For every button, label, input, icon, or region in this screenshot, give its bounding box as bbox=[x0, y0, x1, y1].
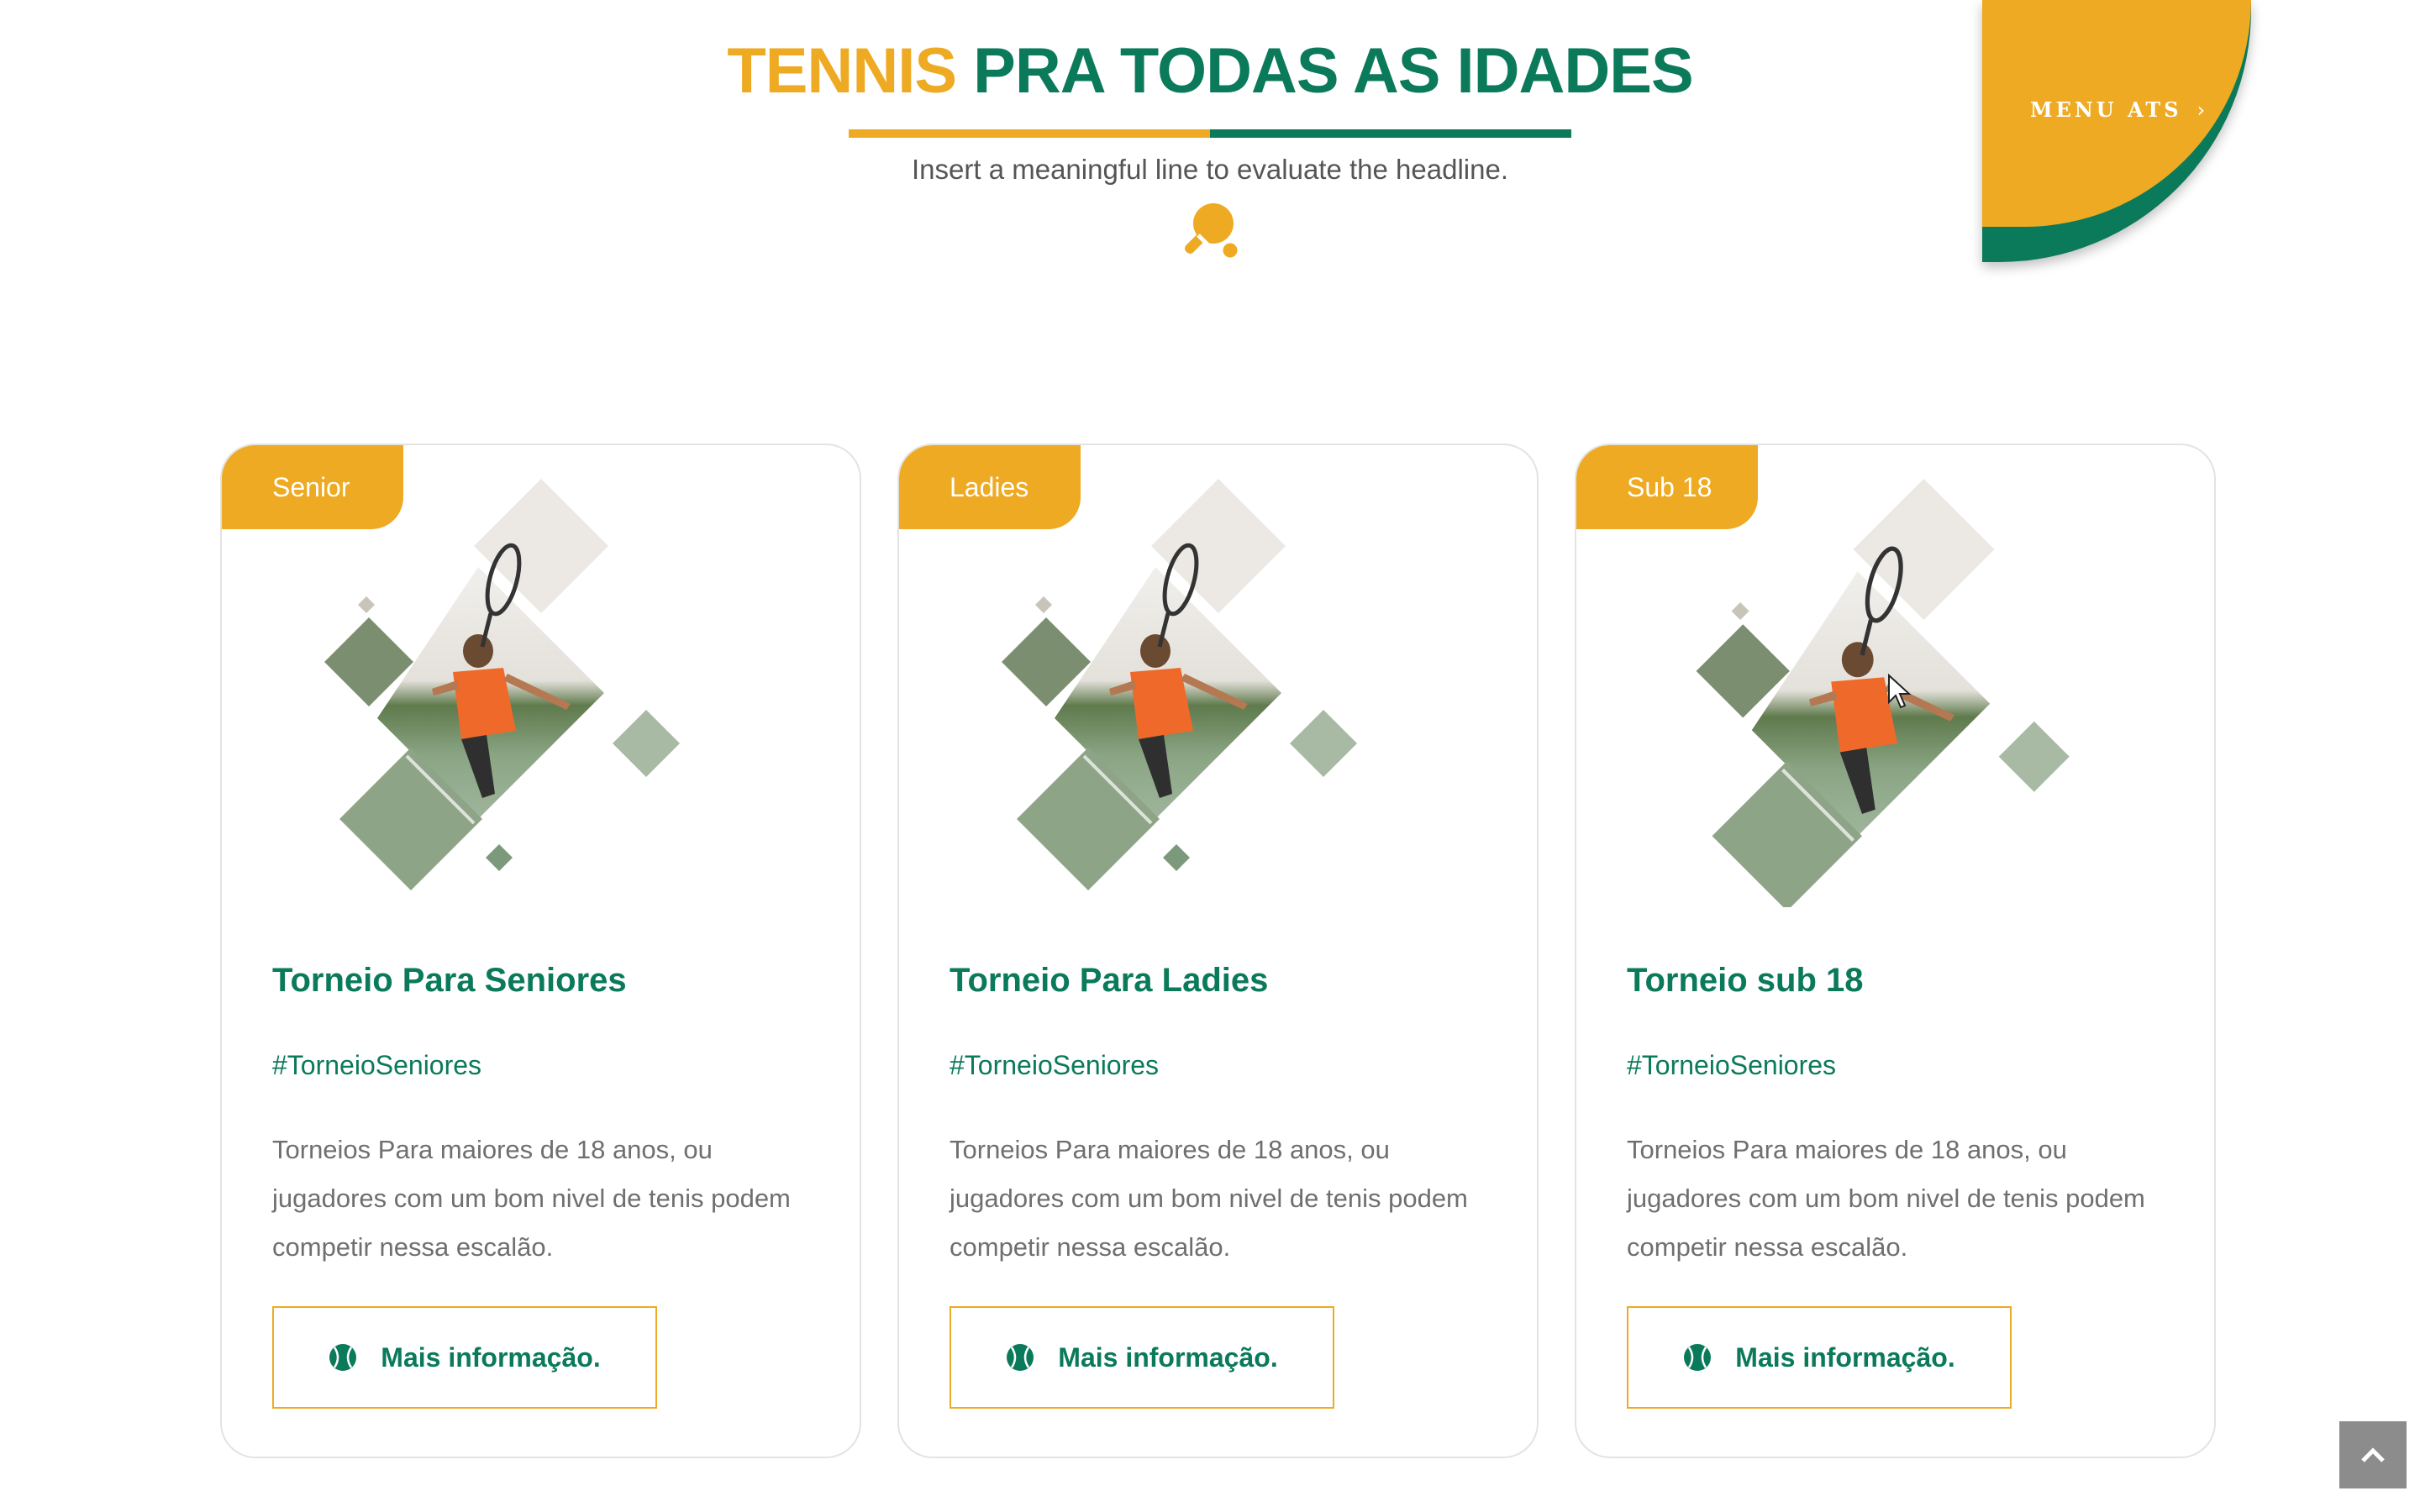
more-info-button[interactable]: Mais informação. bbox=[272, 1306, 657, 1409]
tennis-ball-icon bbox=[329, 1344, 357, 1371]
back-to-top-button[interactable] bbox=[2339, 1421, 2407, 1488]
category-badge: Ladies bbox=[899, 445, 1081, 529]
card-ladies: Ladies Torneio Para Ladies #TorneioSenio… bbox=[897, 444, 1539, 1458]
menu-ats-tab[interactable]: MENU ATS › bbox=[1982, 0, 2251, 262]
tennis-player-mosaic-image bbox=[1002, 479, 1357, 890]
tennis-player-mosaic-image bbox=[324, 479, 680, 890]
card-hashtag: #TorneioSeniores bbox=[1627, 1050, 1837, 1080]
page: TENNIS PRA TODAS AS IDADES Insert a mean… bbox=[0, 0, 2420, 1512]
card-title: Torneio Para Seniores bbox=[272, 962, 627, 999]
more-info-label: Mais informação. bbox=[1735, 1341, 1955, 1373]
title-highlight: TENNIS bbox=[727, 35, 957, 107]
category-badge: Senior bbox=[222, 445, 403, 529]
card-hashtag: #TorneioSeniores bbox=[950, 1050, 1160, 1080]
mouse-cursor-icon bbox=[1888, 674, 1912, 709]
tennis-ball-icon bbox=[1007, 1344, 1034, 1371]
chevron-right-icon: › bbox=[2196, 98, 2209, 122]
chevron-up-icon bbox=[2361, 1447, 2385, 1462]
tennis-ball-icon bbox=[1684, 1344, 1712, 1371]
more-info-label: Mais informação. bbox=[381, 1341, 601, 1373]
menu-ats-button[interactable]: MENU ATS › bbox=[2030, 97, 2208, 122]
card-description: Torneios Para maiores de 18 anos, ou jug… bbox=[1627, 1135, 2145, 1262]
more-info-button[interactable]: Mais informação. bbox=[1627, 1306, 2012, 1409]
ping-pong-paddle-icon bbox=[1184, 203, 1240, 260]
title-rest: PRA TODAS AS IDADES bbox=[973, 35, 1694, 107]
card-senior: Senior Torneio Para Seniores #TorneioSen… bbox=[220, 444, 861, 1458]
menu-ats-label: MENU ATS bbox=[2030, 97, 2182, 122]
more-info-label: Mais informação. bbox=[1058, 1341, 1278, 1373]
category-badge: Sub 18 bbox=[1576, 445, 1758, 529]
card-sub18: Sub 18 Torneio sub 18 #TorneioSeniores T… bbox=[1575, 444, 2216, 1458]
card-hashtag: #TorneioSeniores bbox=[272, 1050, 482, 1080]
title-underline bbox=[849, 129, 1571, 138]
card-description: Torneios Para maiores de 18 anos, ou jug… bbox=[272, 1135, 791, 1262]
card-description: Torneios Para maiores de 18 anos, ou jug… bbox=[950, 1135, 1468, 1262]
card-title: Torneio sub 18 bbox=[1627, 962, 1864, 999]
more-info-button[interactable]: Mais informação. bbox=[950, 1306, 1334, 1409]
card-title: Torneio Para Ladies bbox=[950, 962, 1269, 999]
